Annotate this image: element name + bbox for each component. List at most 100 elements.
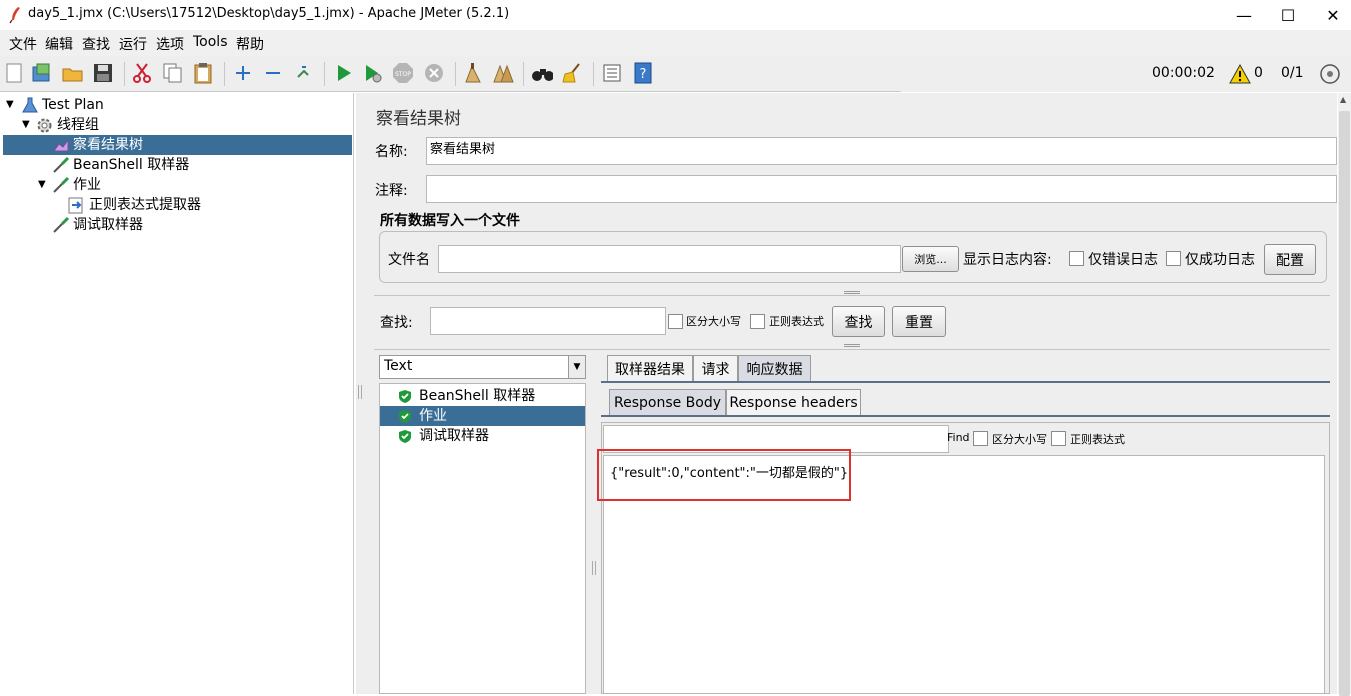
menu-options[interactable]: 选项: [156, 34, 184, 54]
case-sensitive-label: 区分大小写: [686, 315, 741, 328]
case-sensitive-checkbox[interactable]: [668, 314, 683, 329]
expand-arrow-icon[interactable]: ▼: [22, 115, 30, 135]
menu-tools[interactable]: Tools: [193, 34, 228, 50]
arrow-doc-icon: [68, 197, 83, 214]
sample-result-list: BeanShell 取样器 作业 调试取样器: [379, 383, 586, 694]
comment-field[interactable]: [426, 175, 1337, 203]
tree-item-regex-extractor[interactable]: 正则表达式提取器: [3, 195, 352, 215]
expand-arrow-icon[interactable]: ▼: [38, 175, 46, 195]
tree-item-job-sampler[interactable]: ▼ 作业: [3, 175, 352, 195]
jmeter-feather-icon: [9, 7, 20, 24]
browse-button[interactable]: 浏览...: [902, 246, 959, 272]
vertical-scrollbar[interactable]: ▲: [1338, 93, 1351, 696]
success-shield-icon: [399, 390, 411, 403]
menu-edit[interactable]: 编辑: [45, 34, 73, 54]
toggle-icon[interactable]: [293, 62, 315, 84]
tab-response-headers[interactable]: Response headers: [726, 389, 861, 416]
sample-result-item[interactable]: BeanShell 取样器: [380, 386, 585, 406]
tree-item-debug-sampler[interactable]: 调试取样器: [3, 215, 352, 235]
menu-search[interactable]: 查找: [82, 34, 110, 54]
results-splitter[interactable]: [591, 355, 597, 694]
new-icon[interactable]: [3, 62, 25, 84]
sample-result-item[interactable]: 作业: [380, 406, 585, 426]
stop-icon[interactable]: STOP: [392, 62, 414, 84]
configure-button[interactable]: 配置: [1264, 244, 1316, 275]
paste-icon[interactable]: [192, 62, 214, 84]
pipette-icon: [53, 156, 70, 173]
response-regex-checkbox[interactable]: [1051, 431, 1066, 446]
chart-icon: [53, 138, 69, 152]
cut-icon[interactable]: [131, 62, 153, 84]
save-icon[interactable]: [92, 62, 114, 84]
errors-only-label: 仅错误日志: [1088, 252, 1158, 268]
function-list-icon[interactable]: [601, 62, 623, 84]
minimize-button[interactable]: —: [1221, 0, 1267, 30]
find-button[interactable]: 查找: [832, 306, 885, 337]
scroll-thumb[interactable]: [1339, 111, 1350, 696]
remote-status-icon: [1320, 64, 1340, 84]
tree-item-test-plan[interactable]: ▼ Test Plan: [3, 95, 352, 115]
sample-result-item[interactable]: 调试取样器: [380, 426, 585, 446]
scroll-up-icon[interactable]: ▲: [1340, 95, 1346, 104]
reset-button[interactable]: 重置: [892, 306, 946, 337]
success-only-checkbox[interactable]: [1166, 251, 1181, 266]
menu-run[interactable]: 运行: [119, 34, 147, 54]
success-shield-icon: [399, 430, 411, 443]
tree-item-thread-group[interactable]: ▼ 线程组: [3, 115, 352, 135]
view-results-tree-panel: 察看结果树 名称: 察看结果树 注释: 所有数据写入一个文件 文件名 浏览...…: [364, 93, 1337, 694]
maximize-button[interactable]: ☐: [1265, 0, 1311, 30]
flask-icon: [22, 97, 38, 113]
pipette-icon: [53, 216, 70, 233]
warning-icon[interactable]: [1229, 64, 1251, 84]
start-icon[interactable]: [333, 62, 355, 84]
splitter-grip[interactable]: [844, 291, 860, 294]
copy-icon[interactable]: [162, 62, 184, 84]
tree-item-beanshell-sampler[interactable]: BeanShell 取样器: [3, 155, 352, 175]
tab-response-data[interactable]: 响应数据: [738, 355, 811, 382]
log-content-label: 显示日志内容:: [963, 252, 1052, 268]
svg-text:?: ?: [640, 67, 647, 82]
close-button[interactable]: ✕: [1310, 0, 1351, 30]
shutdown-icon[interactable]: [423, 62, 445, 84]
open-icon[interactable]: [62, 62, 84, 84]
filename-field[interactable]: [438, 245, 901, 273]
gear-icon: [37, 118, 52, 133]
start-no-pause-icon[interactable]: [362, 62, 384, 84]
help-icon[interactable]: ?: [632, 62, 654, 84]
comment-label: 注释:: [375, 183, 408, 199]
regex-checkbox[interactable]: [750, 314, 765, 329]
chevron-down-icon[interactable]: ▼: [568, 356, 585, 378]
toolbar: STOP ? 00:00:02 0 0/1: [0, 56, 1351, 92]
tab-sampler-result[interactable]: 取样器结果: [607, 355, 693, 382]
menu-file[interactable]: 文件: [9, 34, 37, 54]
tab-response-body[interactable]: Response Body: [609, 389, 726, 416]
renderer-select[interactable]: Text ▼: [379, 355, 586, 379]
success-shield-icon: [399, 410, 411, 423]
splitter-grip[interactable]: [844, 344, 860, 347]
menu-help[interactable]: 帮助: [236, 34, 264, 54]
clear-all-icon[interactable]: [492, 62, 514, 84]
response-case-checkbox[interactable]: [973, 431, 988, 446]
title-bar: day5_1.jmx (C:\Users\17512\Desktop\day5_…: [0, 0, 1351, 30]
window-title: day5_1.jmx (C:\Users\17512\Desktop\day5_…: [28, 6, 510, 21]
collapse-icon[interactable]: [262, 62, 284, 84]
elapsed-timer: 00:00:02: [1152, 65, 1215, 81]
name-field[interactable]: 察看结果树: [426, 137, 1337, 165]
broom-icon[interactable]: [561, 62, 583, 84]
expand-arrow-icon[interactable]: ▼: [6, 95, 14, 115]
search-input[interactable]: [430, 307, 666, 335]
errors-only-checkbox[interactable]: [1069, 251, 1084, 266]
tree-item-view-results-tree[interactable]: 察看结果树: [3, 135, 352, 155]
regex-label: 正则表达式: [769, 315, 824, 328]
expand-icon[interactable]: [232, 62, 254, 84]
panel-heading: 察看结果树: [376, 109, 461, 129]
main-splitter[interactable]: [356, 93, 364, 694]
binoculars-icon[interactable]: [531, 62, 553, 84]
warning-count: 0: [1254, 65, 1263, 81]
menu-bar: 文件 编辑 查找 运行 选项 Tools 帮助: [0, 30, 1351, 56]
response-case-label: 区分大小写: [992, 433, 1047, 446]
clear-icon[interactable]: [462, 62, 484, 84]
templates-icon[interactable]: [31, 62, 53, 84]
tab-request[interactable]: 请求: [693, 355, 738, 382]
response-find-label: Find: [947, 431, 970, 444]
